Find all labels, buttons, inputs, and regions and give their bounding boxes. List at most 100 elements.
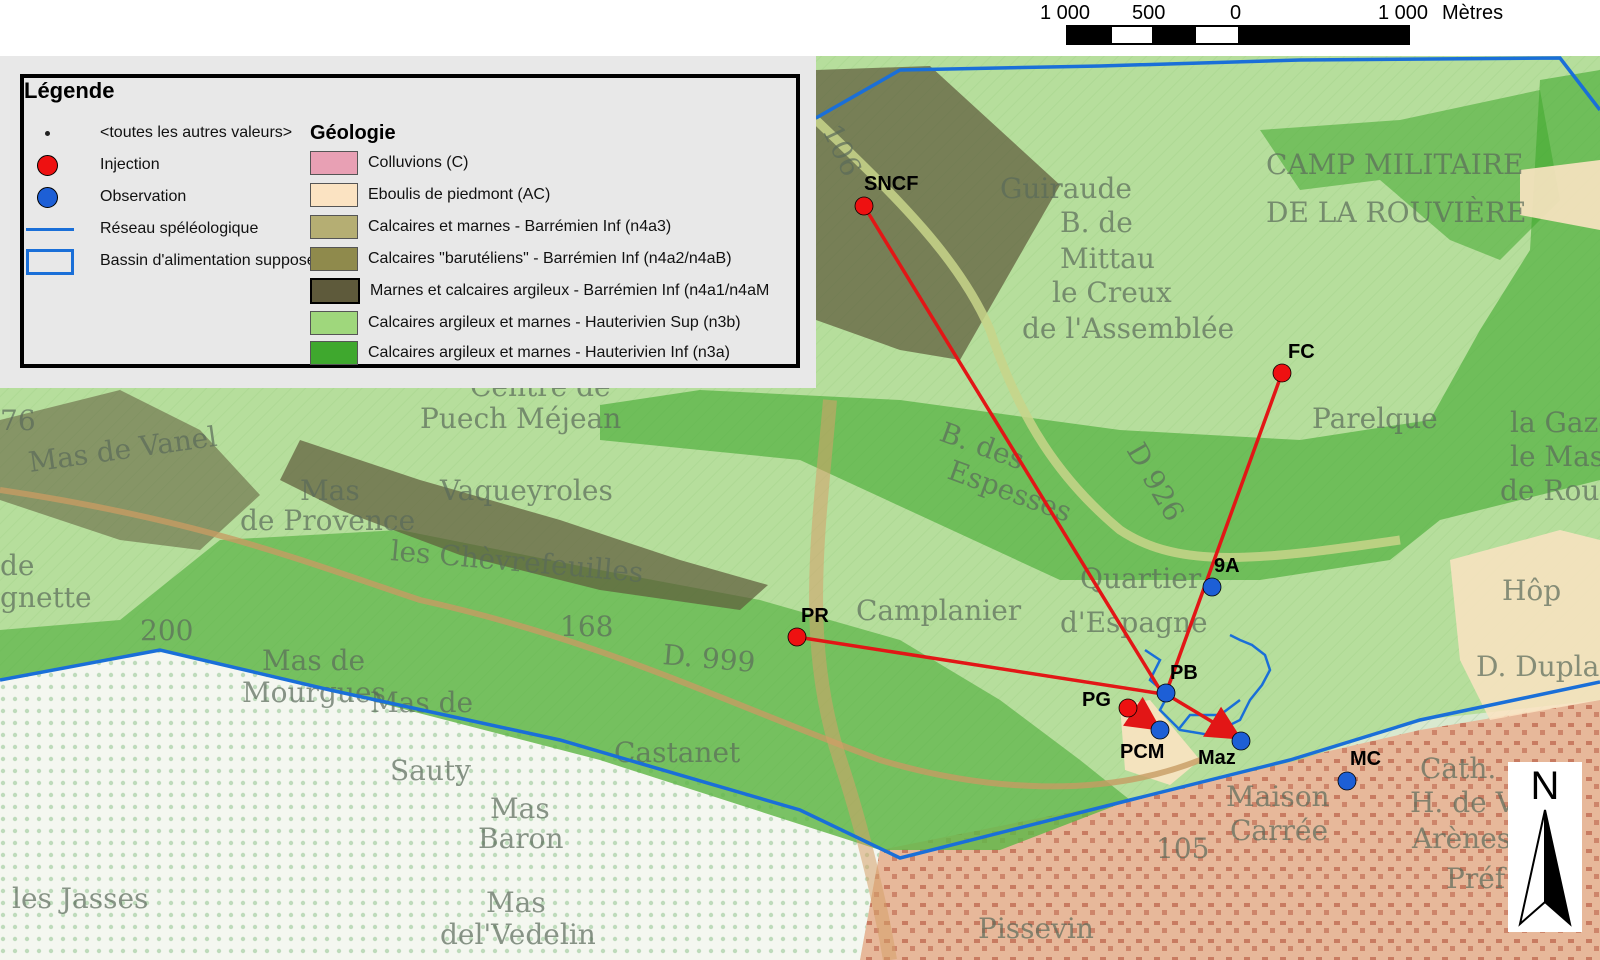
legend-item-speleo: Réseau spéléologique [24, 216, 258, 242]
blue-outline-icon [24, 248, 74, 275]
injection-point-fc [1272, 363, 1292, 383]
injection-point-pr [787, 627, 807, 647]
geology-swatch-ac [310, 183, 358, 207]
topo-name-label: Camplanier [856, 594, 1022, 627]
label-pr: PR [801, 605, 829, 627]
topo-name-label: Pissevin [978, 912, 1094, 945]
topo-name-label: Baron [478, 822, 564, 855]
scale-tick-0: 0 [1230, 2, 1242, 24]
topo-name-label: Vaqueyroles [439, 474, 613, 507]
injection-point-pg [1118, 698, 1138, 718]
red-dot-icon [24, 152, 74, 178]
topo-name-label: Guiraude [1000, 172, 1132, 205]
legend-panel: Légende <toutes les autres valeurs> Inje… [0, 56, 816, 388]
legend-item-observation: Observation [24, 184, 186, 210]
topo-name-label: Mittau [1060, 242, 1155, 275]
geology-item-n4a2: Calcaires "barutéliens" - Barrémien Inf … [310, 246, 732, 272]
label-9a: 9A [1214, 555, 1240, 577]
topo-name-label: CAMP MILITAIRE [1266, 148, 1523, 181]
topo-name-label: de Provence [240, 504, 415, 537]
injection-point-sncf [854, 196, 874, 216]
observation-point-pb [1156, 683, 1176, 703]
topo-name-label: Mas de [262, 644, 365, 677]
legend-label-other: <toutes les autres valeurs> [100, 124, 293, 141]
geology-swatch-n4a3 [310, 215, 358, 239]
geology-item-n3b: Calcaires argileux et marnes - Hauterivi… [310, 310, 741, 336]
label-sncf: SNCF [864, 173, 918, 195]
legend-label-speleo: Réseau spéléologique [100, 220, 259, 237]
scale-tick-1000-left: 1 000 [1040, 2, 1091, 24]
geology-label-c: Colluvions (C) [368, 154, 469, 171]
legend-label-observation: Observation [100, 188, 187, 205]
geology-label-ac: Eboulis de piedmont (AC) [368, 186, 551, 203]
topo-name-label: gnette [0, 581, 92, 614]
topo-name-label: DE LA ROUVIÈRE [1266, 196, 1526, 229]
topo-name-label: Castanet [614, 736, 741, 769]
legend-item-injection: Injection [24, 152, 160, 178]
label-mc: MC [1350, 748, 1381, 770]
topo-name-label: le Mas [1510, 440, 1600, 473]
topo-name-label: Maison [1226, 780, 1330, 813]
label-fc: FC [1288, 341, 1315, 363]
observation-point-9a [1202, 577, 1222, 597]
topo-name-label: Mas [486, 886, 546, 919]
observation-point-mc [1337, 771, 1357, 791]
topo-name-label: Parelque [1312, 402, 1438, 435]
observation-point-pcm [1150, 720, 1170, 740]
topo-name-label: Mas [300, 474, 360, 507]
scale-unit: Mètres [1442, 2, 1504, 24]
geology-label-n3a: Calcaires argileux et marnes - Hauterivi… [368, 344, 730, 361]
topo-name-label: 168 [560, 610, 613, 643]
topo-name-label: Mourgues [242, 676, 386, 709]
topo-name-label: les Jasses [12, 882, 148, 915]
topo-name-label: d'Espagne [1060, 606, 1208, 639]
legend-item-basin: Bassin d'alimentation supposé [24, 248, 316, 275]
label-pg: PG [1082, 689, 1111, 711]
blue-line-icon [24, 216, 74, 242]
geology-label-n4a1: Marnes et calcaires argileux - Barrémien… [370, 282, 770, 299]
legend-label-basin: Bassin d'alimentation supposé [100, 252, 316, 269]
topo-name-label: 105 [1156, 832, 1209, 865]
topo-name-label: le Creux [1052, 276, 1172, 309]
topo-name-label: la Gazel [1510, 406, 1600, 439]
topo-name-label: Mas [490, 792, 550, 825]
legend-label-injection: Injection [100, 156, 160, 173]
topo-name-label: Carrée [1230, 814, 1328, 847]
legend-box: Légende <toutes les autres valeurs> Inje… [20, 74, 800, 368]
north-arrow-icon [1518, 809, 1572, 927]
geology-label-n3b: Calcaires argileux et marnes - Hauterivi… [368, 314, 741, 331]
geology-swatch-n3b [310, 311, 358, 335]
scale-tick-500: 500 [1132, 2, 1166, 24]
geology-title: Géologie [310, 122, 396, 144]
legend-title: Légende [24, 78, 115, 103]
label-maz: Maz [1198, 747, 1236, 769]
topo-name-label: de Roulan [1500, 474, 1600, 507]
legend-item-other: <toutes les autres valeurs> [24, 120, 292, 146]
scale-bar: 1 000 500 0 1 000 Mètres [1040, 0, 1540, 50]
geology-label-n4a2: Calcaires "barutéliens" - Barrémien Inf … [368, 250, 732, 267]
topo-name-label: de [0, 549, 35, 582]
geology-swatch-n4a2 [310, 247, 358, 271]
scale-tick-1000-right: 1 000 [1378, 2, 1429, 24]
label-pb: PB [1170, 662, 1198, 684]
topo-name-label: Puech Méjean [420, 402, 621, 435]
geology-swatch-n3a [310, 341, 358, 365]
topo-name-label: 76 [0, 404, 36, 437]
topo-name-label: H. de V [1410, 786, 1517, 819]
topo-name-label: B. de [1060, 206, 1133, 239]
geology-item-n3a: Calcaires argileux et marnes - Hauterivi… [310, 340, 730, 366]
topo-name-label: Arènes [1411, 822, 1511, 855]
topo-name-label: Sauty [390, 754, 471, 787]
topo-name-label: Préf [1446, 862, 1508, 895]
geology-item-n4a1: Marnes et calcaires argileux - Barrémien… [310, 278, 769, 304]
geology-swatch-c [310, 151, 358, 175]
blue-dot-icon [24, 184, 74, 210]
topo-name-label: D. Duplan [1476, 650, 1600, 683]
north-arrow: N [1508, 762, 1582, 932]
geology-item-c: Colluvions (C) [310, 150, 468, 176]
label-pcm: PCM [1120, 741, 1164, 763]
geology-label-n4a3: Calcaires et marnes - Barrémien Inf (n4a… [368, 218, 672, 235]
topo-name-label: del'Vedelin [440, 918, 596, 951]
geology-item-ac: Eboulis de piedmont (AC) [310, 182, 550, 208]
topo-name-label: de l'Assemblée [1022, 312, 1234, 345]
